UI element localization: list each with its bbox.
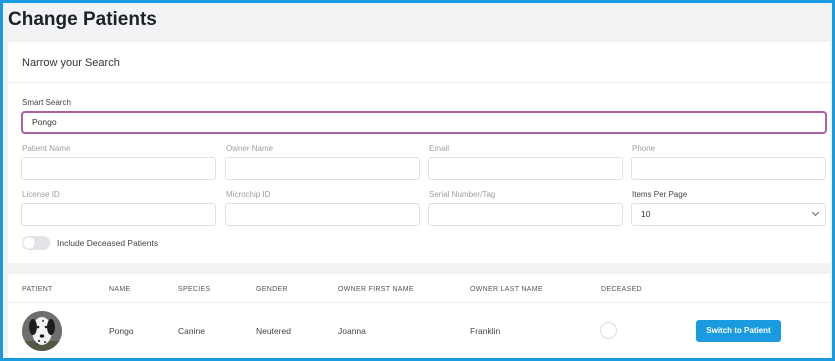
items-per-page-value: 10: [641, 209, 651, 219]
license-id-input[interactable]: [21, 203, 216, 226]
items-per-page-label: Items Per Page: [632, 190, 688, 199]
page-title: Change Patients: [8, 9, 157, 30]
column-header-species: SPECIES: [178, 286, 211, 293]
owner-name-label: Owner Name: [226, 144, 274, 153]
license-id-label: License ID: [22, 190, 60, 199]
patient-avatar: [22, 311, 62, 351]
phone-label: Phone: [632, 144, 656, 153]
column-header-gender: GENDER: [256, 286, 288, 293]
microchip-id-input[interactable]: [225, 203, 420, 226]
serial-number-input[interactable]: [428, 203, 623, 226]
deceased-indicator: [600, 322, 617, 339]
column-header-owner-first-name: OWNER FIRST NAME: [338, 286, 414, 293]
row-owner-first-name: Joanna: [338, 326, 366, 336]
window-frame: Change Patients Narrow your Search Smart…: [0, 0, 835, 361]
column-header-name: NAME: [109, 286, 131, 293]
dalmatian-photo-avatar-icon: [22, 311, 62, 351]
smart-search-label: Smart Search: [22, 98, 71, 107]
patients-table: PATIENT NAME SPECIES GENDER OWNER FIRST …: [8, 274, 830, 357]
email-input[interactable]: [428, 157, 623, 180]
column-header-owner-last-name: OWNER LAST NAME: [470, 286, 543, 293]
smart-search-input[interactable]: Pongo: [21, 111, 827, 134]
chevron-down-icon: [811, 208, 820, 217]
column-header-patient: PATIENT: [22, 286, 53, 293]
patient-name-input[interactable]: [21, 157, 216, 180]
patient-name-label: Patient Name: [22, 144, 71, 153]
include-deceased-label: Include Deceased Patients: [57, 238, 159, 248]
owner-name-input[interactable]: [225, 157, 420, 180]
table-header-divider: [8, 302, 830, 303]
email-label: Email: [429, 144, 450, 153]
switch-to-patient-button[interactable]: Switch to Patient: [696, 320, 781, 342]
phone-input[interactable]: [631, 157, 826, 180]
row-owner-last-name: Franklin: [470, 326, 501, 336]
row-name: Pongo: [109, 326, 134, 336]
column-header-deceased: DECEASED: [601, 286, 642, 293]
toggle-knob: [23, 237, 35, 249]
serial-number-label: Serial Number/Tag: [429, 190, 496, 199]
search-card: Narrow your Search Smart Search Pongo Pa…: [8, 42, 830, 263]
include-deceased-toggle[interactable]: [22, 236, 50, 250]
search-section-title: Narrow your Search: [8, 42, 830, 83]
row-species: Canine: [178, 326, 205, 336]
microchip-id-label: Microchip ID: [226, 190, 271, 199]
items-per-page-select[interactable]: 10: [631, 203, 826, 226]
row-gender: Neutered: [256, 326, 291, 336]
